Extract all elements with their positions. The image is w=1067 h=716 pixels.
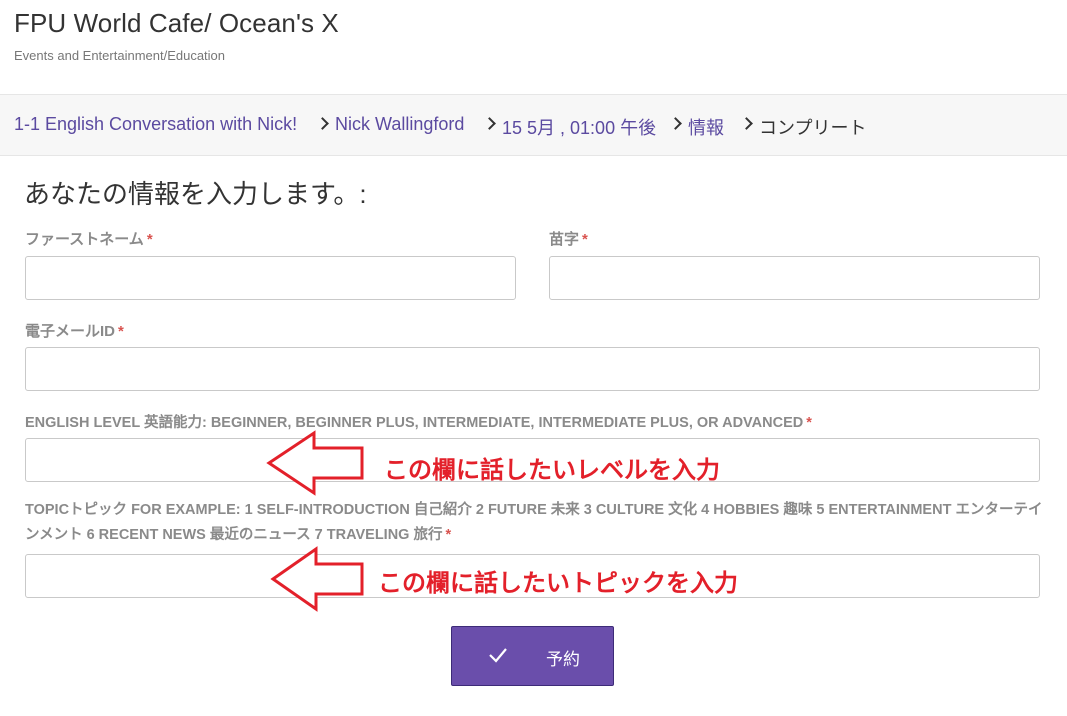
checkmark-icon: [489, 648, 507, 663]
book-button-label: 予約: [546, 650, 580, 669]
breadcrumb-item-service[interactable]: 1-1 English Conversation with Nick!: [14, 114, 297, 135]
breadcrumb-item-info[interactable]: 情報: [688, 114, 724, 140]
required-mark: *: [582, 231, 588, 248]
breadcrumb: 1-1 English Conversation with Nick! Nick…: [0, 94, 1067, 156]
english-level-label: ENGLISH LEVEL 英語能力: BEGINNER, BEGINNER P…: [25, 411, 812, 432]
topic-label-text: TOPICトピック FOR EXAMPLE: 1 SELF-INTRODUCTI…: [25, 502, 1043, 543]
chevron-right-icon: [483, 117, 496, 130]
topic-annotation: この欄に話したいトピックを入力: [378, 570, 738, 597]
first-name-field[interactable]: [25, 256, 516, 300]
topic-label: TOPICトピック FOR EXAMPLE: 1 SELF-INTRODUCTI…: [25, 498, 1045, 548]
required-mark: *: [118, 323, 124, 340]
first-name-label-text: ファーストネーム: [25, 231, 144, 248]
page-subtitle: Events and Entertainment/Education: [14, 48, 226, 63]
level-annotation: この欄に話したいレベルを入力: [384, 457, 720, 484]
page-title: FPU World Cafe/ Ocean's X: [14, 8, 339, 38]
required-mark: *: [806, 415, 812, 431]
chevron-right-icon: [316, 117, 329, 130]
page-header: FPU World Cafe/ Ocean's X Events and Ent…: [0, 0, 1067, 94]
form-heading: あなたの情報を入力します。:: [24, 179, 367, 209]
email-label-text: 電子メールID: [25, 323, 116, 340]
breadcrumb-item-complete: コンプリート: [759, 118, 867, 138]
arrow-left-icon: [266, 430, 364, 496]
last-name-label-text: 苗字: [549, 231, 580, 248]
required-mark: *: [445, 527, 452, 543]
arrow-left-icon: [270, 546, 364, 612]
email-label: 電子メールID *: [25, 320, 124, 341]
english-level-label-text: ENGLISH LEVEL 英語能力: BEGINNER, BEGINNER P…: [25, 415, 804, 431]
email-field[interactable]: [25, 347, 1040, 391]
first-name-label: ファーストネーム *: [25, 228, 153, 249]
required-mark: *: [146, 231, 153, 248]
last-name-field[interactable]: [549, 256, 1040, 300]
chevron-right-icon: [669, 117, 682, 130]
chevron-right-icon: [740, 117, 753, 130]
book-button[interactable]: 予約: [451, 626, 614, 686]
breadcrumb-item-staff[interactable]: Nick Wallingford: [335, 114, 464, 135]
breadcrumb-item-datetime[interactable]: 15 5月 , 01:00 午後: [502, 114, 656, 140]
last-name-label: 苗字 *: [549, 228, 588, 249]
